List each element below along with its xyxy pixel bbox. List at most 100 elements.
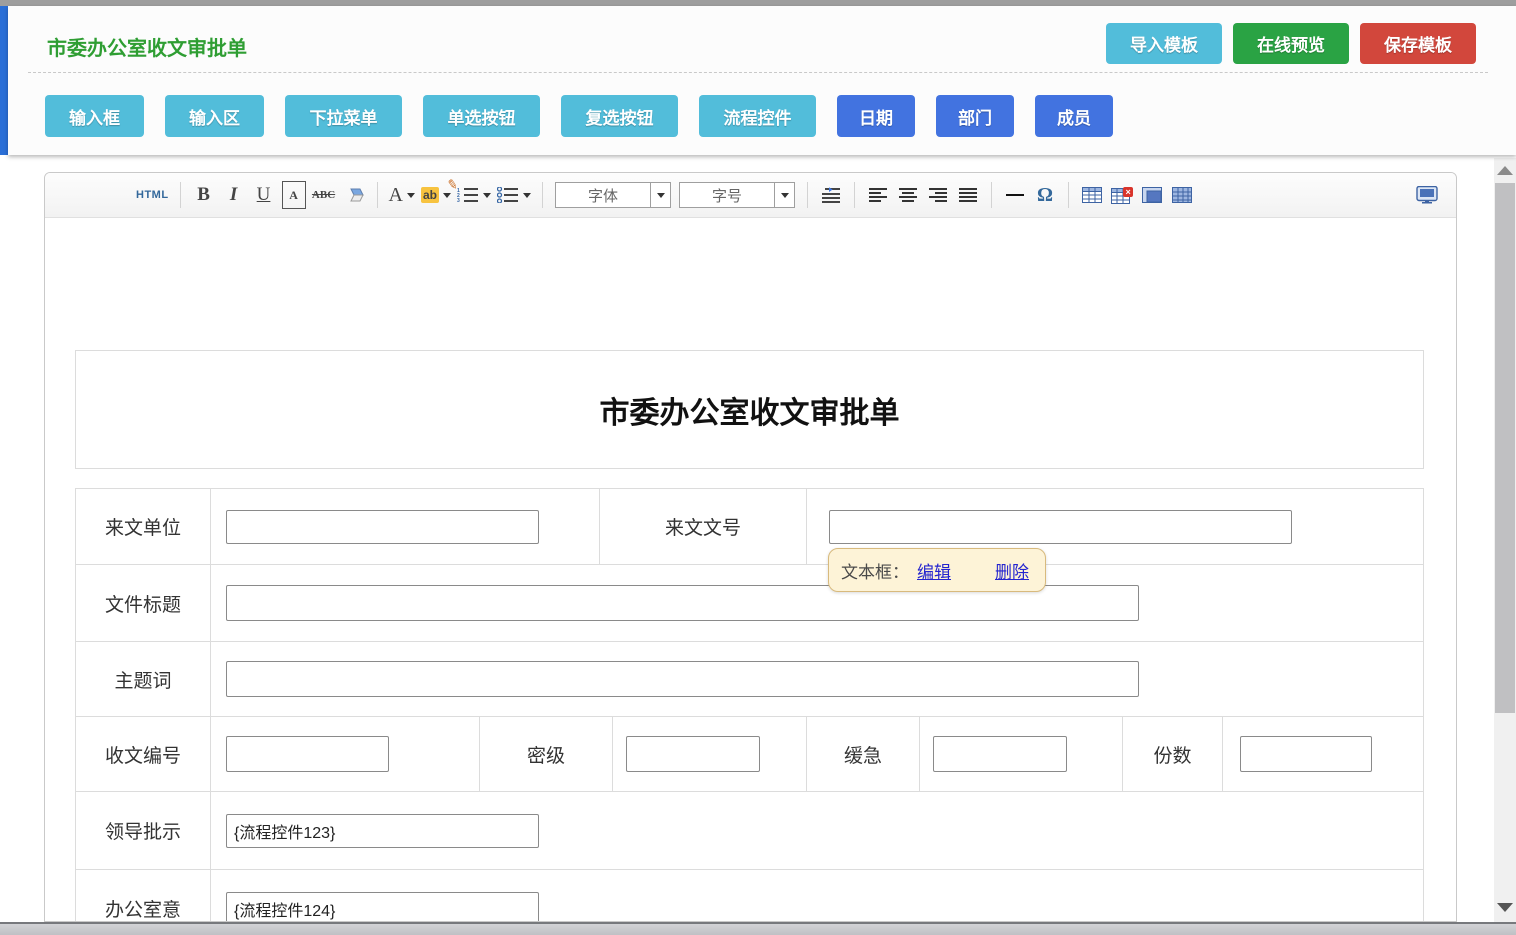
copies-count-label: 份数 — [1122, 717, 1222, 791]
incoming-unit-cell — [210, 489, 599, 564]
html-source-icon[interactable]: HTML — [136, 181, 169, 209]
italic-icon[interactable]: I — [222, 181, 246, 209]
import-template-button[interactable]: 导入模板 — [1106, 23, 1222, 64]
svg-text:3: 3 — [457, 198, 460, 203]
document-title-label: 文件标题 — [76, 565, 210, 641]
table-row: 主题词 — [76, 641, 1423, 716]
align-center-icon[interactable] — [896, 181, 920, 209]
copies-count-cell — [1222, 717, 1423, 791]
control-department-button[interactable]: 部门 — [936, 95, 1014, 137]
secrecy-level-input[interactable] — [626, 736, 760, 772]
secrecy-level-cell — [612, 717, 806, 791]
unordered-list-icon[interactable] — [497, 181, 531, 209]
office-opinion-input[interactable]: {流程控件124} — [226, 892, 539, 923]
align-justify-icon[interactable] — [956, 181, 980, 209]
editor-toolbar: HTML B I U A ABC A ab ✎ — [45, 173, 1456, 218]
incoming-unit-label: 来文单位 — [76, 489, 210, 564]
strikethrough-icon[interactable]: ABC — [312, 181, 336, 209]
urgency-input[interactable] — [933, 736, 1067, 772]
special-character-icon[interactable]: Ω — [1033, 181, 1057, 209]
chevron-down-icon — [774, 183, 794, 207]
eraser-icon[interactable] — [342, 181, 366, 209]
control-dropdown-button[interactable]: 下拉菜单 — [285, 95, 402, 137]
leader-comments-label: 领导批示 — [76, 792, 210, 869]
table-row: 收文编号 密级 缓急 份数 — [76, 716, 1423, 791]
subject-words-label: 主题词 — [76, 642, 210, 716]
indent-icon[interactable] — [819, 181, 843, 209]
table-properties-icon[interactable] — [1170, 181, 1194, 209]
font-size-select[interactable]: 字号 — [679, 182, 795, 208]
control-textarea-button[interactable]: 输入区 — [165, 95, 264, 137]
form-control-palette: 输入框 输入区 下拉菜单 单选按钮 复选按钮 流程控件 日期 部门 成员 — [45, 95, 1113, 137]
office-opinion-cell: {流程控件124} — [210, 870, 1423, 922]
editor-content[interactable]: 市委办公室收文审批单 来文单位 来文文号 文件标题 — [45, 218, 1456, 922]
tooltip-label: 文本框： — [841, 558, 909, 583]
textbox-action-tooltip: 文本框： 编辑 删除 — [828, 548, 1046, 592]
font-family-select[interactable]: 字体 — [555, 182, 671, 208]
horizontal-rule-icon[interactable] — [1003, 181, 1027, 209]
align-left-icon[interactable] — [866, 181, 890, 209]
control-member-button[interactable]: 成员 — [1035, 95, 1113, 137]
form-title-box: 市委办公室收文审批单 — [75, 350, 1424, 469]
fullscreen-icon[interactable] — [1415, 181, 1439, 209]
receipt-number-cell — [210, 717, 479, 791]
document-title-cell — [210, 565, 1423, 641]
chevron-down-icon — [483, 193, 491, 198]
control-checkbox-button[interactable]: 复选按钮 — [561, 95, 678, 137]
insert-table-icon[interactable] — [1080, 181, 1104, 209]
online-preview-button[interactable]: 在线预览 — [1233, 23, 1349, 64]
office-opinion-label: 办公室意 — [76, 870, 210, 922]
toolbar-separator — [807, 182, 808, 208]
scroll-down-arrow-icon[interactable] — [1497, 903, 1513, 912]
form-title: 市委办公室收文审批单 — [600, 388, 900, 432]
edit-link[interactable]: 编辑 — [917, 558, 951, 583]
template-header-panel: 市委办公室收文审批单 导入模板 在线预览 保存模板 输入框 输入区 下拉菜单 单… — [8, 6, 1516, 155]
bold-icon[interactable]: B — [192, 181, 216, 209]
urgency-label: 缓急 — [806, 717, 919, 791]
chevron-down-icon — [443, 193, 451, 198]
save-template-button[interactable]: 保存模板 — [1360, 23, 1476, 64]
incoming-doc-number-label: 来文文号 — [599, 489, 806, 564]
chevron-down-icon — [523, 193, 531, 198]
receipt-number-label: 收文编号 — [76, 717, 210, 791]
delete-table-icon[interactable]: × — [1110, 181, 1134, 209]
vertical-scrollbar[interactable] — [1494, 158, 1516, 922]
table-row: 领导批示 {流程控件123} — [76, 791, 1423, 869]
leader-comments-input[interactable]: {流程控件123} — [226, 814, 539, 848]
background-left-strip — [0, 6, 8, 155]
chevron-down-icon — [407, 193, 415, 198]
toolbar-separator — [1068, 182, 1069, 208]
control-radio-button[interactable]: 单选按钮 — [423, 95, 540, 137]
chevron-down-icon — [650, 183, 670, 207]
align-right-icon[interactable] — [926, 181, 950, 209]
editor-area: HTML B I U A ABC A ab ✎ — [0, 155, 1516, 922]
incoming-unit-input[interactable] — [226, 510, 539, 544]
boxed-text-icon[interactable]: A — [282, 181, 306, 209]
copies-count-input[interactable] — [1240, 736, 1372, 772]
control-date-button[interactable]: 日期 — [837, 95, 915, 137]
toolbar-separator — [180, 182, 181, 208]
secrecy-level-label: 密级 — [479, 717, 612, 791]
delete-link[interactable]: 删除 — [995, 558, 1029, 583]
toolbar-separator — [542, 182, 543, 208]
form-table: 来文单位 来文文号 文件标题 主题词 — [75, 488, 1424, 922]
underline-icon[interactable]: U — [252, 181, 276, 209]
font-color-icon[interactable]: A — [389, 181, 415, 209]
urgency-cell — [919, 717, 1122, 791]
leader-comments-cell: {流程控件123} — [210, 792, 1423, 869]
scrollbar-thumb[interactable] — [1495, 183, 1515, 713]
ordered-list-icon[interactable]: 1 2 3 — [457, 181, 491, 209]
control-input-button[interactable]: 输入框 — [45, 95, 144, 137]
svg-text:×: × — [1126, 187, 1131, 197]
table-row: 文件标题 — [76, 564, 1423, 641]
control-flow-widget-button[interactable]: 流程控件 — [699, 95, 816, 137]
table-row: 来文单位 来文文号 — [76, 489, 1423, 564]
window-bottom-bar — [0, 922, 1516, 935]
merge-cells-icon[interactable] — [1140, 181, 1164, 209]
subject-words-input[interactable] — [226, 661, 1139, 697]
highlight-color-icon[interactable]: ab ✎ — [421, 181, 451, 209]
scroll-up-arrow-icon[interactable] — [1497, 166, 1513, 175]
header-action-buttons: 导入模板 在线预览 保存模板 — [1106, 23, 1476, 64]
receipt-number-input[interactable] — [226, 736, 389, 772]
incoming-doc-number-input[interactable] — [829, 510, 1292, 544]
